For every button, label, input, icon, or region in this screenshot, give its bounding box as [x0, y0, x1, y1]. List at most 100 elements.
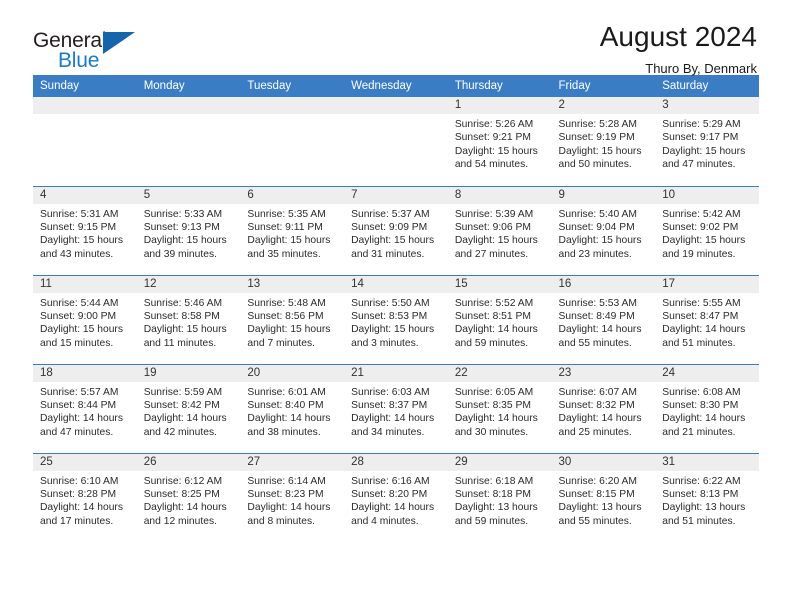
day-daylight-line2: and 47 minutes.	[40, 426, 114, 438]
day-daylight-line2: and 51 minutes.	[662, 515, 736, 527]
day-sunrise: Sunrise: 6:14 AM	[247, 475, 326, 487]
calendar-day-cell[interactable]: 29 Sunrise: 6:18 AM Sunset: 8:18 PM Dayligh…	[447, 452, 552, 542]
calendar-day-cell[interactable]: 28 Sunrise: 6:16 AM Sunset: 8:20 PM Dayligh…	[344, 452, 448, 542]
calendar-day-cell[interactable]: 7 Sunrise: 5:37 AM Sunset: 9:09 PM Daylight…	[344, 185, 448, 275]
calendar-day-cell[interactable]: 3 Sunrise: 5:29 AM Sunset: 9:17 PM Daylight…	[655, 97, 759, 186]
page-title: August 2024	[599, 21, 757, 52]
calendar-day-cell[interactable]: 6 Sunrise: 5:35 AM Sunset: 9:11 PM Daylight…	[240, 185, 345, 275]
day-number: 9	[551, 186, 656, 204]
day-daylight-line2: and 30 minutes.	[454, 426, 529, 438]
calendar-day-cell[interactable]: 18 Sunrise: 5:57 AM Sunset: 8:44 PM Dayligh…	[33, 363, 137, 453]
day-number: 15	[447, 275, 552, 293]
calendar-day-cell[interactable]: 9 Sunrise: 5:40 AM Sunset: 9:04 PM Daylight…	[551, 185, 656, 275]
day-sunrise: Sunrise: 5:42 AM	[662, 208, 741, 220]
calendar-day-cell[interactable]: 22 Sunrise: 6:05 AM Sunset: 8:35 PM Dayligh…	[447, 363, 552, 453]
day-daylight-line1: Daylight: 15 hours	[143, 235, 227, 247]
calendar-day-cell[interactable]: 5 Sunrise: 5:33 AM Sunset: 9:13 PM Daylight…	[136, 185, 241, 275]
day-sunset: Sunset: 9:09 PM	[351, 221, 428, 233]
day-sunrise: Sunrise: 6:22 AM	[662, 475, 741, 487]
day-sun-info: Sunrise: 6:07 AM Sunset: 8:32 PM Daylight:…	[552, 382, 656, 440]
day-number: 1	[447, 97, 552, 114]
day-sunrise: Sunrise: 5:40 AM	[558, 208, 637, 220]
day-sunrise: Sunrise: 5:52 AM	[454, 297, 534, 309]
day-number: 19	[136, 364, 241, 382]
day-number: 27	[240, 453, 345, 471]
calendar-day-cell[interactable]: 26 Sunrise: 6:12 AM Sunset: 8:25 PM Dayligh…	[136, 452, 241, 542]
day-daylight-line1: Daylight: 15 hours	[662, 235, 746, 247]
day-daylight-line1: Daylight: 15 hours	[454, 145, 538, 157]
day-sun-info: Sunrise: 5:37 AM Sunset: 9:09 PM Daylight:…	[344, 204, 448, 262]
day-daylight-line2: and 8 minutes.	[247, 515, 315, 527]
day-sunset: Sunset: 8:42 PM	[143, 399, 220, 411]
calendar-day-cell[interactable]: 30 Sunrise: 6:20 AM Sunset: 8:15 PM Dayligh…	[551, 452, 656, 542]
day-sunset: Sunset: 8:37 PM	[351, 399, 428, 411]
calendar-day-cell[interactable]: 17 Sunrise: 5:55 AM Sunset: 8:47 PM Dayligh…	[655, 274, 759, 364]
calendar-day-cell[interactable]: 1 Sunrise: 5:26 AM Sunset: 9:21 PM Daylight…	[447, 97, 552, 186]
calendar-day-cell[interactable]: 27 Sunrise: 6:14 AM Sunset: 8:23 PM Dayligh…	[240, 452, 345, 542]
day-daylight-line1: Daylight: 14 hours	[351, 413, 435, 425]
day-sun-info: Sunrise: 5:57 AM Sunset: 8:44 PM Daylight:…	[33, 382, 137, 440]
day-daylight-line1: Daylight: 15 hours	[143, 324, 227, 336]
day-number: 26	[136, 453, 241, 471]
day-sun-info: Sunrise: 6:10 AM Sunset: 8:28 PM Daylight:…	[33, 471, 137, 529]
day-sunset: Sunset: 8:32 PM	[558, 399, 635, 411]
weekday-header-thursday: Thursday	[447, 75, 552, 97]
day-sun-info: Sunrise: 5:33 AM Sunset: 9:13 PM Daylight:…	[137, 204, 241, 262]
day-number: 2	[551, 97, 656, 114]
day-daylight-line2: and 19 minutes.	[662, 248, 736, 260]
calendar-day-cell[interactable]: 11 Sunrise: 5:44 AM Sunset: 9:00 PM Dayligh…	[33, 274, 137, 364]
calendar-week-row: 25 Sunrise: 6:10 AM Sunset: 8:28 PM Dayligh…	[33, 452, 759, 542]
calendar-day-cell[interactable]: 15 Sunrise: 5:52 AM Sunset: 8:51 PM Dayligh…	[447, 274, 552, 364]
day-daylight-line1: Daylight: 15 hours	[40, 324, 123, 336]
day-daylight-line2: and 42 minutes.	[143, 426, 217, 438]
day-daylight-line2: and 4 minutes.	[351, 515, 419, 527]
day-sun-info: Sunrise: 5:50 AM Sunset: 8:53 PM Daylight:…	[344, 293, 448, 351]
calendar-day-cell[interactable]: 10 Sunrise: 5:42 AM Sunset: 9:02 PM Dayligh…	[655, 185, 759, 275]
calendar-day-cell[interactable]: 20 Sunrise: 6:01 AM Sunset: 8:40 PM Dayligh…	[240, 363, 345, 453]
calendar-day-cell[interactable]: 23 Sunrise: 6:07 AM Sunset: 8:32 PM Dayligh…	[551, 363, 656, 453]
calendar-day-cell[interactable]: 4 Sunrise: 5:31 AM Sunset: 9:15 PM Daylight…	[33, 185, 137, 275]
calendar-day-cell[interactable]: 31 Sunrise: 6:22 AM Sunset: 8:13 PM Dayligh…	[655, 452, 759, 542]
day-number: 8	[447, 186, 552, 204]
day-daylight-line2: and 59 minutes.	[454, 337, 529, 349]
calendar-day-cell[interactable]: 13 Sunrise: 5:48 AM Sunset: 8:56 PM Dayligh…	[240, 274, 345, 364]
day-number: 22	[447, 364, 552, 382]
day-sun-info: Sunrise: 5:46 AM Sunset: 8:58 PM Daylight:…	[137, 293, 241, 351]
day-sunset: Sunset: 9:17 PM	[662, 132, 739, 144]
day-sun-info: Sunrise: 5:53 AM Sunset: 8:49 PM Daylight:…	[552, 293, 656, 351]
day-daylight-line2: and 7 minutes.	[247, 337, 315, 349]
calendar-day-cell[interactable]: 2 Sunrise: 5:28 AM Sunset: 9:19 PM Daylight…	[551, 97, 656, 186]
day-sunrise: Sunrise: 6:10 AM	[40, 475, 119, 487]
day-sunset: Sunset: 8:25 PM	[143, 488, 220, 500]
day-daylight-line1: Daylight: 15 hours	[351, 324, 435, 336]
day-sunset: Sunset: 8:51 PM	[454, 310, 531, 322]
day-number: 20	[240, 364, 345, 382]
calendar-week-row: 18 Sunrise: 5:57 AM Sunset: 8:44 PM Dayligh…	[33, 363, 759, 453]
day-sunset: Sunset: 8:44 PM	[40, 399, 117, 411]
calendar-day-cell[interactable]: 8 Sunrise: 5:39 AM Sunset: 9:06 PM Daylight…	[447, 185, 552, 275]
day-daylight-line1: Daylight: 14 hours	[558, 413, 642, 425]
day-sunrise: Sunrise: 5:50 AM	[351, 297, 430, 309]
calendar-body: 1 Sunrise: 5:26 AM Sunset: 9:21 PM Daylight…	[33, 97, 759, 542]
weekday-header-wednesday: Wednesday	[344, 75, 448, 97]
day-sunrise: Sunrise: 5:44 AM	[40, 297, 119, 309]
calendar-day-cell[interactable]: 21 Sunrise: 6:03 AM Sunset: 8:37 PM Dayligh…	[344, 363, 448, 453]
page-header: General Blue August 2024 Thuro By, Denma…	[0, 0, 792, 76]
day-sun-info: Sunrise: 6:22 AM Sunset: 8:13 PM Daylight:…	[655, 471, 759, 529]
day-daylight-line1: Daylight: 14 hours	[662, 413, 746, 425]
day-daylight-line2: and 55 minutes.	[558, 515, 632, 527]
day-sunrise: Sunrise: 6:08 AM	[662, 386, 741, 398]
calendar-day-cell[interactable]: 12 Sunrise: 5:46 AM Sunset: 8:58 PM Dayligh…	[136, 274, 241, 364]
calendar-day-cell-empty	[240, 97, 345, 186]
day-daylight-line2: and 17 minutes.	[40, 515, 114, 527]
day-number: 24	[655, 364, 759, 382]
calendar-day-cell[interactable]: 24 Sunrise: 6:08 AM Sunset: 8:30 PM Dayligh…	[655, 363, 759, 453]
calendar-day-cell[interactable]: 25 Sunrise: 6:10 AM Sunset: 8:28 PM Dayligh…	[33, 452, 137, 542]
day-number: 11	[33, 275, 137, 293]
day-daylight-line1: Daylight: 15 hours	[40, 235, 123, 247]
calendar-day-cell[interactable]: 16 Sunrise: 5:53 AM Sunset: 8:49 PM Dayligh…	[551, 274, 656, 364]
logo[interactable]: General Blue	[33, 22, 153, 71]
day-sunset: Sunset: 8:47 PM	[662, 310, 739, 322]
calendar-day-cell[interactable]: 19 Sunrise: 5:59 AM Sunset: 8:42 PM Dayligh…	[136, 363, 241, 453]
calendar-day-cell[interactable]: 14 Sunrise: 5:50 AM Sunset: 8:53 PM Dayligh…	[344, 274, 448, 364]
